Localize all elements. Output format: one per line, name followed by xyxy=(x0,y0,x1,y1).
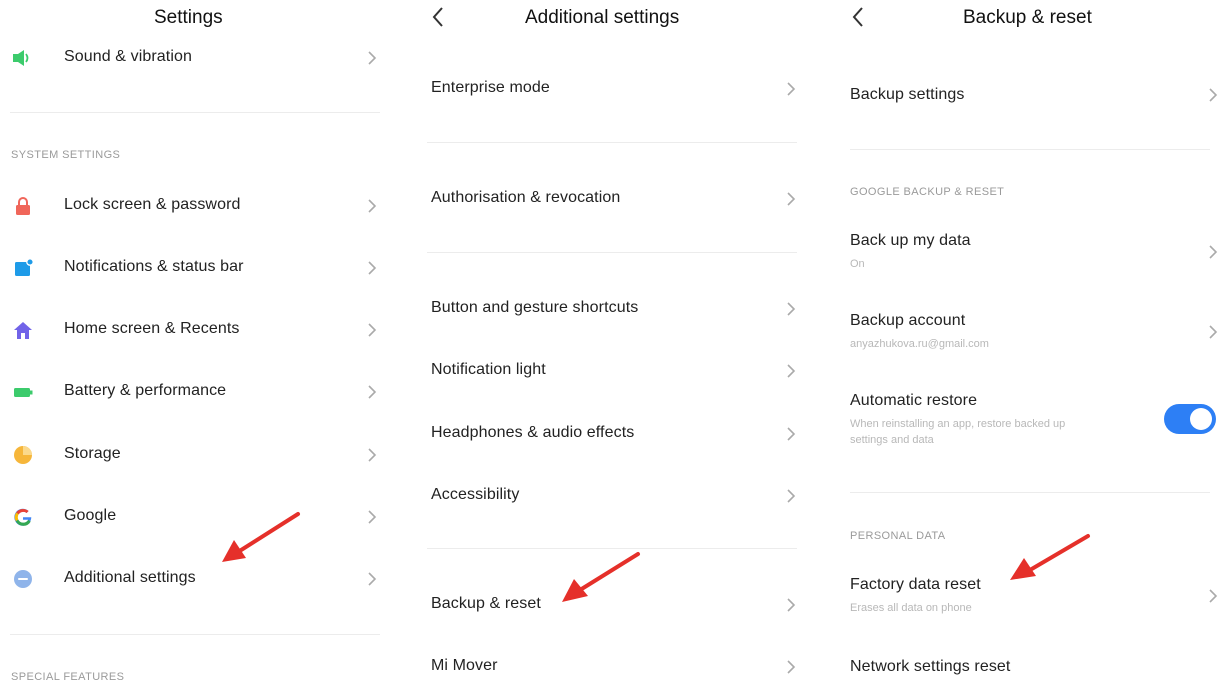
divider xyxy=(427,142,797,143)
additional-item-label: Enterprise mode xyxy=(431,79,550,96)
settings-item-label: Notifications & status bar xyxy=(64,258,244,275)
factory-data-reset-description: Erases all data on phone xyxy=(850,602,972,614)
back-up-my-data-label: Back up my data xyxy=(850,232,971,249)
automatic-restore-label: Automatic restore xyxy=(850,392,978,409)
chevron-right-icon xyxy=(787,427,796,441)
settings-item-label: Additional settings xyxy=(64,569,196,586)
additional-item-label: Headphones & audio effects xyxy=(431,424,635,441)
chevron-right-icon xyxy=(1209,245,1218,259)
chevron-right-icon xyxy=(368,572,377,586)
additional-item-accessibility[interactable]: Accessibility xyxy=(405,475,815,517)
chevron-right-icon xyxy=(368,510,377,524)
additional-item-mi-mover[interactable]: Mi Mover xyxy=(405,646,815,688)
chevron-right-icon xyxy=(1209,325,1218,339)
chevron-right-icon xyxy=(1209,88,1218,102)
chevron-right-icon xyxy=(368,199,377,213)
divider xyxy=(850,492,1210,493)
settings-item-label: Google xyxy=(64,507,117,524)
additional-item-backup-reset[interactable]: Backup & reset xyxy=(405,584,815,626)
additional-item-notification-light[interactable]: Notification light xyxy=(405,350,815,392)
google-backup-section: GOOGLE BACKUP & RESET xyxy=(850,186,1005,198)
automatic-restore-item: Automatic restore When reinstalling an a… xyxy=(822,386,1225,452)
toggle-knob xyxy=(1190,408,1212,430)
personal-data-section: PERSONAL DATA xyxy=(850,530,946,542)
settings-item-home-screen-recents[interactable]: Home screen & Recents xyxy=(0,310,390,350)
chevron-right-icon xyxy=(368,261,377,275)
battery-icon xyxy=(14,388,33,397)
additional-item-label: Mi Mover xyxy=(431,657,498,674)
back-arrow-icon[interactable] xyxy=(427,4,449,30)
chevron-right-icon xyxy=(368,448,377,462)
chevron-right-icon xyxy=(787,302,796,316)
chevron-right-icon xyxy=(787,660,796,674)
back-up-my-data-item[interactable]: Back up my data On xyxy=(822,226,1225,276)
chevron-right-icon xyxy=(787,489,796,503)
settings-item-storage[interactable]: Storage xyxy=(0,435,390,475)
backup-settings-item[interactable]: Backup settings xyxy=(822,72,1225,118)
divider xyxy=(427,252,797,253)
divider xyxy=(427,548,797,549)
settings-item-google[interactable]: Google xyxy=(0,497,390,537)
back-up-my-data-status: On xyxy=(850,258,865,270)
network-settings-reset-label: Network settings reset xyxy=(850,658,1011,675)
chevron-right-icon xyxy=(368,385,377,399)
settings-item-label: Home screen & Recents xyxy=(64,320,240,337)
sound-vibration-label: Sound & vibration xyxy=(64,48,193,65)
additional-item-label: Backup & reset xyxy=(431,595,541,612)
network-settings-reset-item[interactable]: Network settings reset xyxy=(822,650,1225,688)
google-icon xyxy=(14,508,32,526)
speaker-icon xyxy=(13,50,29,66)
settings-item-battery-performance[interactable]: Battery & performance xyxy=(0,372,390,412)
factory-data-reset-item[interactable]: Factory data reset Erases all data on ph… xyxy=(822,570,1225,620)
chevron-right-icon xyxy=(787,82,796,96)
storage-pie-icon xyxy=(14,446,32,464)
special-features-section: SPECIAL FEATURES xyxy=(11,671,125,683)
additional-item-label: Button and gesture shortcuts xyxy=(431,299,639,316)
chevron-right-icon xyxy=(787,192,796,206)
settings-item-label: Lock screen & password xyxy=(64,196,241,213)
settings-panel: Settings Sound & vibration SYSTEM SETTIN… xyxy=(0,0,390,688)
automatic-restore-toggle[interactable] xyxy=(1164,404,1216,434)
factory-data-reset-label: Factory data reset xyxy=(850,576,981,593)
divider xyxy=(10,112,380,113)
automatic-restore-description-2: settings and data xyxy=(850,434,934,446)
settings-item-notifications-status-bar[interactable]: Notifications & status bar xyxy=(0,248,390,288)
backup-account-label: Backup account xyxy=(850,312,966,329)
settings-item-lock-screen-password[interactable]: Lock screen & password xyxy=(0,186,390,226)
page-title: Backup & reset xyxy=(963,7,1092,28)
chevron-right-icon xyxy=(787,364,796,378)
divider xyxy=(850,149,1210,150)
additional-item-button-and-gesture-shortcuts[interactable]: Button and gesture shortcuts xyxy=(405,288,815,330)
additional-item-enterprise-mode[interactable]: Enterprise mode xyxy=(405,68,815,110)
divider xyxy=(10,634,380,635)
additional-item-label: Authorisation & revocation xyxy=(431,189,621,206)
settings-item-label: Storage xyxy=(64,445,121,462)
sound-vibration-item[interactable]: Sound & vibration xyxy=(0,38,390,78)
chevron-right-icon xyxy=(1209,589,1218,603)
additional-item-authorisation-revocation[interactable]: Authorisation & revocation xyxy=(405,178,815,220)
notification-icon xyxy=(15,258,34,276)
backup-account-item[interactable]: Backup account anyazhukova.ru@gmail.com xyxy=(822,306,1225,356)
additional-item-label: Accessibility xyxy=(431,486,520,503)
automatic-restore-description: When reinstalling an app, restore backed… xyxy=(850,418,1066,430)
page-title: Additional settings xyxy=(525,7,680,28)
home-icon xyxy=(14,322,32,339)
system-settings-section: SYSTEM SETTINGS xyxy=(11,149,121,161)
page-title: Settings xyxy=(154,7,223,28)
more-dots-icon xyxy=(14,570,32,588)
chevron-right-icon xyxy=(368,51,377,65)
lock-icon xyxy=(16,197,30,215)
additional-item-label: Notification light xyxy=(431,361,546,378)
settings-item-additional-settings[interactable]: Additional settings xyxy=(0,559,390,599)
backup-reset-panel: Backup & reset Backup settings GOOGLE BA… xyxy=(822,0,1225,688)
backup-settings-label: Backup settings xyxy=(850,86,965,103)
additional-item-headphones-audio-effects[interactable]: Headphones & audio effects xyxy=(405,413,815,455)
back-arrow-icon[interactable] xyxy=(847,4,869,30)
additional-settings-panel: Additional settings Enterprise mode Autho… xyxy=(405,0,815,688)
chevron-right-icon xyxy=(368,323,377,337)
settings-item-label: Battery & performance xyxy=(64,382,227,399)
backup-account-email: anyazhukova.ru@gmail.com xyxy=(850,338,989,350)
chevron-right-icon xyxy=(787,598,796,612)
